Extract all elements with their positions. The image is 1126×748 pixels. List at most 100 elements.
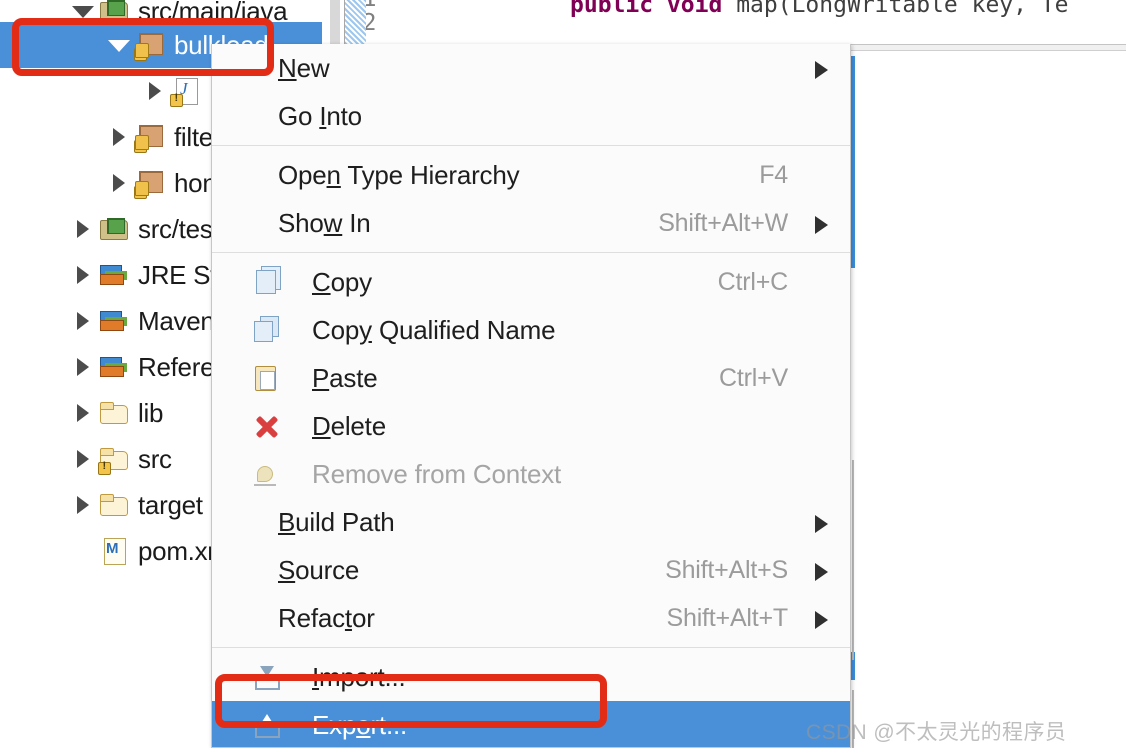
library-icon	[98, 306, 130, 336]
library-icon	[98, 352, 130, 382]
java-icon	[170, 76, 202, 107]
menu-item-copy-qualified-name[interactable]: Copy Qualified Name	[212, 306, 850, 354]
copyq-icon	[254, 321, 273, 342]
export-icon	[253, 714, 280, 738]
menu-item-go-into[interactable]: Go Into	[212, 92, 850, 140]
menu-item-refactor[interactable]: Refactor Shift+Alt+T	[212, 594, 850, 642]
menu-item-source[interactable]: Source Shift+Alt+S	[212, 546, 850, 594]
menu-item-icon	[250, 316, 280, 344]
menu-item-label: Copy Qualified Name	[312, 314, 556, 345]
menu-item-shortcut: Shift+Alt+W	[658, 208, 788, 237]
twisty-spacer	[70, 538, 96, 564]
vertical-scrollbar-track[interactable]	[330, 0, 340, 44]
chevron-right-icon[interactable]	[70, 492, 96, 518]
warning-decorator-icon	[134, 138, 147, 153]
menu-item-label: Import...	[312, 661, 406, 692]
chevron-right-icon[interactable]	[106, 124, 132, 150]
package-icon	[134, 122, 166, 153]
chevron-right-icon	[815, 563, 828, 581]
library-icon	[98, 260, 130, 290]
menu-item-label: Build Path	[278, 506, 395, 537]
chevron-down-icon[interactable]	[106, 32, 132, 58]
remove-icon	[254, 464, 278, 486]
menu-item-label: New	[278, 52, 330, 83]
warning-decorator-icon	[170, 92, 183, 107]
menu-item-icon	[250, 268, 280, 296]
menu-item-import[interactable]: Import...	[212, 653, 850, 701]
import-icon	[253, 666, 280, 690]
tree-item-label: src	[138, 443, 172, 474]
chevron-right-icon[interactable]	[70, 354, 96, 380]
vertical-scrollbar-thumb[interactable]	[344, 0, 366, 44]
chevron-right-icon[interactable]	[70, 216, 96, 242]
warning-decorator-icon	[134, 184, 147, 199]
menu-item-delete[interactable]: Delete	[212, 402, 850, 450]
menu-item-build-path[interactable]: Build Path	[212, 498, 850, 546]
chevron-right-icon	[815, 61, 828, 79]
chevron-right-icon	[815, 611, 828, 629]
menu-item-export[interactable]: Export...	[212, 701, 850, 747]
menu-item-label: Open Type Hierarchy	[278, 159, 520, 190]
paste-icon	[255, 366, 276, 391]
menu-item-shortcut: F4	[759, 160, 788, 189]
menu-item-open-type-hierarchy[interactable]: Open Type Hierarchy F4	[212, 151, 850, 199]
folder-icon	[98, 444, 130, 475]
menu-item-paste[interactable]: Paste Ctrl+V	[212, 354, 850, 402]
chevron-right-icon[interactable]	[70, 400, 96, 426]
srcfolder-icon	[98, 214, 130, 244]
folder-icon	[98, 490, 130, 520]
watermark-text: CSDN @不太灵光的程序员	[806, 721, 1067, 744]
menu-item-label: Paste	[312, 362, 378, 393]
tree-item-label: lib	[138, 397, 164, 428]
chevron-down-icon[interactable]	[70, 0, 96, 24]
menu-item-new[interactable]: New	[212, 44, 850, 92]
chevron-right-icon[interactable]	[106, 170, 132, 196]
warning-decorator-icon	[98, 460, 111, 475]
menu-item-shortcut: Ctrl+C	[717, 267, 789, 296]
copy-icon	[256, 270, 276, 294]
menu-item-icon	[250, 364, 280, 392]
chevron-right-icon[interactable]	[70, 308, 96, 334]
menu-separator	[212, 252, 850, 253]
menu-item-label: Show In	[278, 207, 371, 238]
menu-item-label: Copy	[312, 266, 372, 297]
context-menu[interactable]: New Go Into Open Type Hierarchy F4 Show In Sh…	[211, 44, 851, 748]
menu-item-shortcut: Ctrl+V	[719, 363, 788, 392]
delete-icon	[253, 414, 279, 440]
menu-item-remove-from-context: Remove from Context	[212, 450, 850, 498]
tree-item-label: src/test	[138, 213, 220, 244]
tree-item-label: Maven	[138, 305, 215, 336]
chevron-right-icon	[815, 216, 828, 234]
package-icon	[134, 30, 166, 61]
menu-separator	[212, 145, 850, 146]
xml-icon	[98, 536, 130, 566]
package-icon	[134, 168, 166, 199]
code-line: public void map(LongWritable key, Te	[570, 0, 1069, 18]
folder-icon	[98, 398, 130, 428]
menu-item-label: Source	[278, 554, 360, 585]
menu-item-label: Refactor	[278, 602, 375, 633]
menu-item-icon	[250, 412, 280, 440]
menu-item-label: Go Into	[278, 100, 362, 131]
menu-item-icon	[250, 663, 280, 691]
menu-item-shortcut: Shift+Alt+S	[665, 555, 788, 584]
chevron-right-icon[interactable]	[142, 78, 168, 104]
menu-item-shortcut: Shift+Alt+T	[666, 603, 789, 632]
tree-item-label: target	[138, 489, 203, 520]
menu-item-label: Export...	[312, 709, 408, 740]
chevron-right-icon[interactable]	[70, 262, 96, 288]
menu-item-label: Remove from Context	[312, 458, 562, 489]
menu-item-label: Delete	[312, 410, 386, 441]
warning-decorator-icon	[134, 46, 147, 61]
menu-item-show-in[interactable]: Show In Shift+Alt+W	[212, 199, 850, 247]
menu-item-copy[interactable]: Copy Ctrl+C	[212, 258, 850, 306]
chevron-right-icon[interactable]	[70, 446, 96, 472]
